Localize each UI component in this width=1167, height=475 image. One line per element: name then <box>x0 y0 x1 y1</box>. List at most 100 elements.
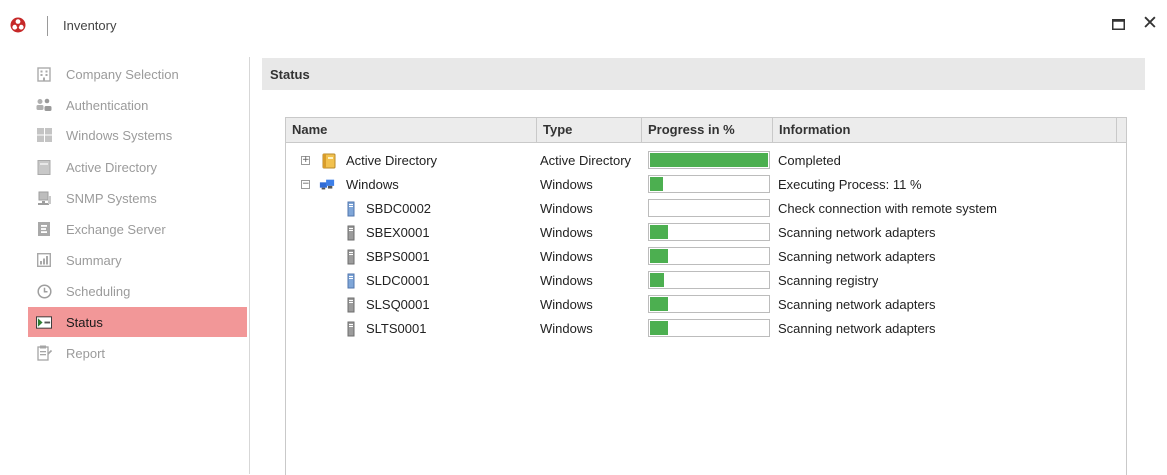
nav-label: Scheduling <box>66 283 131 299</box>
row-name: SLSQ0001 <box>366 297 430 312</box>
nav-label: Report <box>66 345 106 361</box>
summary-icon <box>36 252 52 268</box>
row-type: Windows <box>540 321 593 336</box>
nav-item-report[interactable]: Report <box>28 338 247 368</box>
section-title: Status <box>270 67 310 82</box>
row-name: SBEX0001 <box>366 225 430 240</box>
row-type: Windows <box>540 273 593 288</box>
nav-item-exchange-server[interactable]: Exchange Server <box>28 214 247 244</box>
progress-bar <box>648 319 770 337</box>
progress-bar <box>648 271 770 289</box>
server-icon <box>347 321 355 337</box>
column-header-name[interactable]: Name <box>286 118 537 142</box>
nav-item-windows-systems[interactable]: Windows Systems <box>28 120 247 150</box>
progress-fill <box>650 177 663 191</box>
table-row[interactable]: SLSQ0001 Windows Scanning network adapte… <box>286 293 1126 317</box>
progress-bar <box>648 223 770 241</box>
wizard-sidebar: Company Selection Authentication Windows… <box>0 57 248 474</box>
row-name: SLDC0001 <box>366 273 430 288</box>
row-name: SBPS0001 <box>366 249 430 264</box>
directory-book-icon <box>36 159 52 175</box>
progress-bar <box>648 295 770 313</box>
row-type: Windows <box>540 297 593 312</box>
domain-controller-icon <box>347 201 355 217</box>
directory-book-icon <box>322 153 336 169</box>
nav-label: Summary <box>66 252 122 268</box>
network-device-icon <box>36 190 52 206</box>
row-information: Scanning network adapters <box>778 297 936 312</box>
nav-label: Status <box>66 314 103 330</box>
row-type: Windows <box>540 225 593 240</box>
progress-fill <box>650 153 768 167</box>
progress-bar <box>648 151 770 169</box>
row-type: Windows <box>540 201 593 216</box>
table-row[interactable]: + Active Directory Active Directory Comp… <box>286 149 1126 173</box>
progress-fill <box>650 249 668 263</box>
progress-fill <box>650 297 668 311</box>
nav-item-summary[interactable]: Summary <box>28 245 247 275</box>
nav-item-scheduling[interactable]: Scheduling <box>28 276 247 306</box>
sidebar-divider <box>249 57 250 474</box>
window-title: Inventory <box>63 18 117 33</box>
row-information: Completed <box>778 153 841 168</box>
table-row[interactable]: SBPS0001 Windows Scanning network adapte… <box>286 245 1126 269</box>
row-information: Scanning network adapters <box>778 225 936 240</box>
users-key-icon <box>36 97 52 113</box>
title-bar: Inventory ✕ <box>0 0 1167 50</box>
windows-icon <box>36 127 52 143</box>
progress-fill <box>650 273 664 287</box>
exchange-icon <box>36 221 52 237</box>
nav-item-authentication[interactable]: Authentication <box>28 90 247 120</box>
row-information: Scanning registry <box>778 273 879 288</box>
nav-item-active-directory[interactable]: Active Directory <box>28 152 247 182</box>
server-icon <box>347 249 355 265</box>
nav-item-status[interactable]: Status <box>28 307 247 337</box>
row-name: SLTS0001 <box>366 321 427 336</box>
nav-label: Company Selection <box>66 66 179 82</box>
expand-toggle[interactable]: + <box>301 156 310 165</box>
close-icon[interactable]: ✕ <box>1140 13 1160 35</box>
row-name: SBDC0002 <box>366 201 432 216</box>
server-icon <box>347 225 355 241</box>
status-flag-icon <box>36 314 52 330</box>
progress-bar <box>648 247 770 265</box>
row-type: Windows <box>540 249 593 264</box>
table-row[interactable]: SBEX0001 Windows Scanning network adapte… <box>286 221 1126 245</box>
nav-label: SNMP Systems <box>66 190 157 206</box>
maximize-icon[interactable] <box>1112 19 1125 30</box>
windows-computers-icon <box>319 179 335 190</box>
row-name: Active Directory <box>346 153 438 168</box>
app-logo-icon <box>10 17 26 33</box>
progress-bar <box>648 175 770 193</box>
nav-item-snmp-systems[interactable]: SNMP Systems <box>28 183 247 213</box>
nav-item-company-selection[interactable]: Company Selection <box>28 59 247 89</box>
nav-label: Authentication <box>66 97 149 113</box>
progress-bar <box>648 199 770 217</box>
clock-icon <box>36 283 52 299</box>
nav-label: Windows Systems <box>66 127 173 143</box>
column-header-information[interactable]: Information <box>773 118 1117 142</box>
status-grid: Name Type Progress in % Information + Ac… <box>285 117 1127 475</box>
table-row[interactable]: SLTS0001 Windows Scanning network adapte… <box>286 317 1126 341</box>
column-header-progress[interactable]: Progress in % <box>642 118 773 142</box>
table-row[interactable]: SBDC0002 Windows Check connection with r… <box>286 197 1126 221</box>
report-icon <box>36 345 52 361</box>
domain-controller-icon <box>347 273 355 289</box>
progress-fill <box>650 225 668 239</box>
nav-label: Active Directory <box>66 159 158 175</box>
row-information: Check connection with remote system <box>778 201 997 216</box>
section-header: Status <box>262 58 1145 90</box>
server-icon <box>347 297 355 313</box>
row-information: Scanning network adapters <box>778 249 936 264</box>
row-information: Executing Process: 11 % <box>778 177 922 192</box>
column-header-type[interactable]: Type <box>537 118 642 142</box>
table-row[interactable]: − Windows Windows Executing Process: 11 … <box>286 173 1126 197</box>
grid-header: Name Type Progress in % Information <box>286 118 1126 143</box>
nav-label: Exchange Server <box>66 221 166 237</box>
building-icon <box>36 66 52 82</box>
progress-fill <box>650 321 668 335</box>
row-type: Active Directory <box>540 153 632 168</box>
collapse-toggle[interactable]: − <box>301 180 310 189</box>
row-type: Windows <box>540 177 593 192</box>
table-row[interactable]: SLDC0001 Windows Scanning registry <box>286 269 1126 293</box>
